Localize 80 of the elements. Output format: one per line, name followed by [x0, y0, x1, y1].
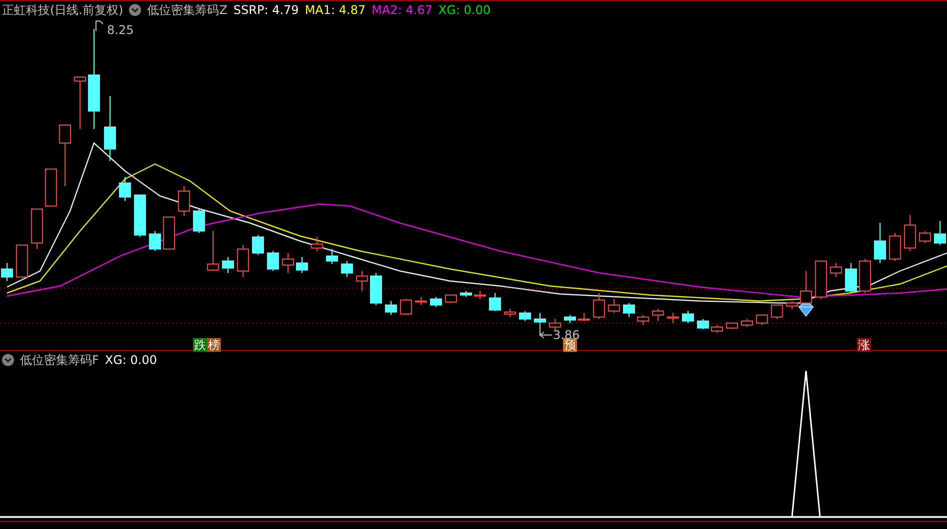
candlestick [296, 256, 308, 274]
candlestick [786, 300, 798, 310]
candlestick [326, 248, 338, 264]
indicator-reading: MA2: 4.67 [372, 3, 432, 17]
candlestick [741, 318, 753, 328]
candlestick [489, 292, 501, 312]
indicator-reading: XG: 0.00 [104, 353, 158, 367]
diamond-icon [798, 304, 814, 316]
candlestick [31, 208, 43, 250]
candlestick [104, 96, 116, 162]
candlestick [608, 298, 620, 314]
candlestick [45, 168, 57, 206]
candlestick [193, 208, 205, 234]
indicator-reading: MA1: 4.87 [304, 3, 366, 17]
candlestick [815, 260, 827, 300]
candlestick [282, 252, 294, 274]
dropdown-icon[interactable] [2, 354, 14, 366]
candlestick [311, 236, 323, 252]
candlestick [637, 314, 649, 326]
candlestick [756, 314, 768, 326]
candlestick [859, 258, 871, 294]
candlestick [623, 302, 635, 318]
candlestick [252, 234, 264, 256]
candlestick [682, 310, 694, 324]
candlestick [519, 310, 531, 322]
indicator-name: 低位密集筹码F [20, 352, 99, 368]
indicator-reading: SSRP: 4.79 [233, 3, 299, 17]
candlestick [800, 270, 812, 306]
candlestick [237, 244, 249, 278]
candlestick [207, 230, 219, 272]
candlestick [74, 76, 86, 130]
high-price-label: 8.25 [107, 23, 134, 37]
candlestick [697, 318, 709, 330]
candlestick [341, 260, 353, 278]
candlestick [593, 292, 605, 320]
candlestick [830, 262, 842, 278]
candlestick [460, 290, 472, 298]
candlestick [149, 230, 161, 252]
candlestick [726, 322, 738, 330]
candlestick [934, 220, 946, 246]
candlestick [16, 244, 28, 278]
candlestick [430, 296, 442, 308]
candlestick [134, 194, 146, 238]
candlestick [771, 304, 783, 320]
candlestick [711, 324, 723, 334]
candlestick [356, 270, 368, 292]
candlestick [59, 124, 71, 186]
candlestick [415, 296, 427, 306]
candlestick [504, 308, 516, 318]
candlestick [564, 314, 576, 324]
signal-badge: 榜 [207, 338, 221, 352]
candlestick [400, 298, 412, 316]
candlestick [163, 216, 175, 250]
candlestick [1, 262, 13, 282]
dropdown-icon[interactable] [129, 4, 142, 16]
candlestick [874, 222, 886, 264]
candlestick [919, 230, 931, 244]
stock-title: 正虹科技(日线.前复权) [2, 2, 124, 18]
indicator-reading: XG: 0.00 [438, 3, 490, 17]
candlestick [652, 308, 664, 322]
candlestick [119, 176, 131, 202]
candlestick [904, 214, 916, 252]
candlestick [445, 294, 457, 304]
candlestick [267, 250, 279, 272]
candlestick [385, 300, 397, 316]
candlestick [474, 290, 486, 300]
candlestick [889, 232, 901, 262]
candlestick [578, 312, 590, 322]
candlestick [549, 318, 561, 332]
signal-badge: 预 [563, 338, 577, 352]
candlestick [845, 262, 857, 294]
candlestick [667, 312, 679, 324]
leader-line [539, 322, 552, 338]
leader-line [96, 20, 104, 32]
indicator-name: 低位密集筹码Z [147, 2, 228, 18]
candlestick [178, 186, 190, 216]
candlestick [370, 272, 382, 306]
signal-badge: 跌 [193, 338, 207, 352]
signal-badge: 涨 [857, 338, 871, 352]
candlestick [222, 256, 234, 274]
